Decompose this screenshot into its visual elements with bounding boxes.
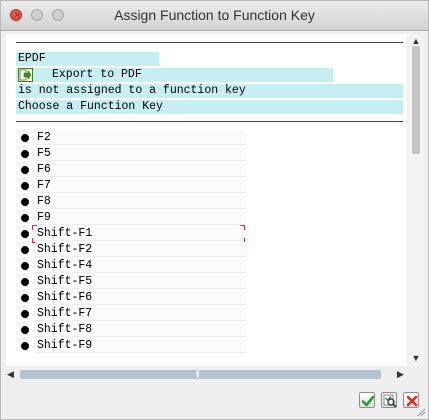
- function-code-line: EPDF: [16, 52, 159, 66]
- radio-bullet-icon[interactable]: [21, 278, 29, 286]
- horizontal-scrollbar[interactable]: ◀ ||| ▶: [6, 367, 407, 381]
- radio-bullet-icon[interactable]: [21, 310, 29, 318]
- window-title: Assign Function to Function Key: [114, 7, 315, 23]
- resize-grip-icon[interactable]: [416, 407, 426, 417]
- export-arrow-icon: [18, 68, 33, 82]
- radio-bullet-icon[interactable]: [21, 182, 29, 190]
- find-button[interactable]: [381, 392, 397, 408]
- radio-bullet-icon[interactable]: [21, 198, 29, 206]
- function-key-label: Shift-F6: [35, 290, 246, 305]
- function-key-label: Shift-F8: [35, 322, 246, 337]
- radio-bullet-icon[interactable]: [21, 150, 29, 158]
- scroll-down-arrow-icon[interactable]: ▼: [408, 353, 424, 363]
- dialog-window: × Assign Function to Function Key EPDF E…: [0, 0, 429, 420]
- function-key-label: Shift-F5: [35, 274, 246, 289]
- function-key-label: F6: [35, 162, 246, 177]
- radio-bullet-icon[interactable]: [21, 230, 29, 238]
- function-key-label: Shift-F4: [35, 258, 246, 273]
- content-area: EPDF Export to PDF is not assigned to a …: [6, 34, 407, 366]
- prompt-line: Choose a Function Key: [16, 100, 403, 114]
- selection-corner: [240, 225, 245, 230]
- function-key-label: F9: [35, 210, 246, 225]
- confirm-button[interactable]: [359, 392, 375, 408]
- radio-bullet-icon[interactable]: [21, 166, 29, 174]
- radio-bullet-icon[interactable]: [21, 342, 29, 350]
- cancel-button[interactable]: [403, 392, 419, 408]
- function-key-label: Shift-F2: [35, 242, 246, 257]
- selection-corner: [32, 225, 37, 230]
- scroll-left-arrow-icon[interactable]: ◀: [7, 367, 14, 381]
- close-x-icon: [406, 395, 418, 407]
- title-bar: × Assign Function to Function Key: [1, 1, 428, 31]
- function-key-label: Shift-F9: [35, 338, 246, 353]
- radio-bullet-icon[interactable]: [21, 262, 29, 270]
- horizontal-scroll-thumb[interactable]: |||: [20, 370, 381, 379]
- scroll-grip-icon: |||: [196, 371, 200, 378]
- scroll-up-arrow-icon[interactable]: ▲: [408, 36, 424, 46]
- function-key-label: F7: [35, 178, 246, 193]
- function-key-label: Shift-F7: [35, 306, 246, 321]
- radio-bullet-icon[interactable]: [21, 134, 29, 142]
- function-key-label: F5: [35, 146, 246, 161]
- selection-marker: [32, 225, 245, 243]
- radio-bullet-icon[interactable]: [21, 246, 29, 254]
- message-line: is not assigned to a function key: [16, 84, 403, 98]
- function-key-label: F2: [35, 130, 246, 145]
- checkmark-icon: [361, 395, 375, 407]
- radio-bullet-icon[interactable]: [21, 326, 29, 334]
- radio-bullet-icon[interactable]: [21, 294, 29, 302]
- scroll-right-arrow-icon[interactable]: ▶: [397, 367, 404, 381]
- function-key-label: F8: [35, 194, 246, 209]
- middle-divider: [16, 121, 403, 122]
- vertical-scroll-thumb[interactable]: [412, 46, 420, 154]
- search-icon: [383, 394, 397, 408]
- vertical-scrollbar[interactable]: ▲ ▼: [408, 34, 424, 366]
- function-text-line: Export to PDF: [16, 68, 333, 82]
- radio-bullet-icon[interactable]: [21, 214, 29, 222]
- top-divider: [16, 42, 403, 43]
